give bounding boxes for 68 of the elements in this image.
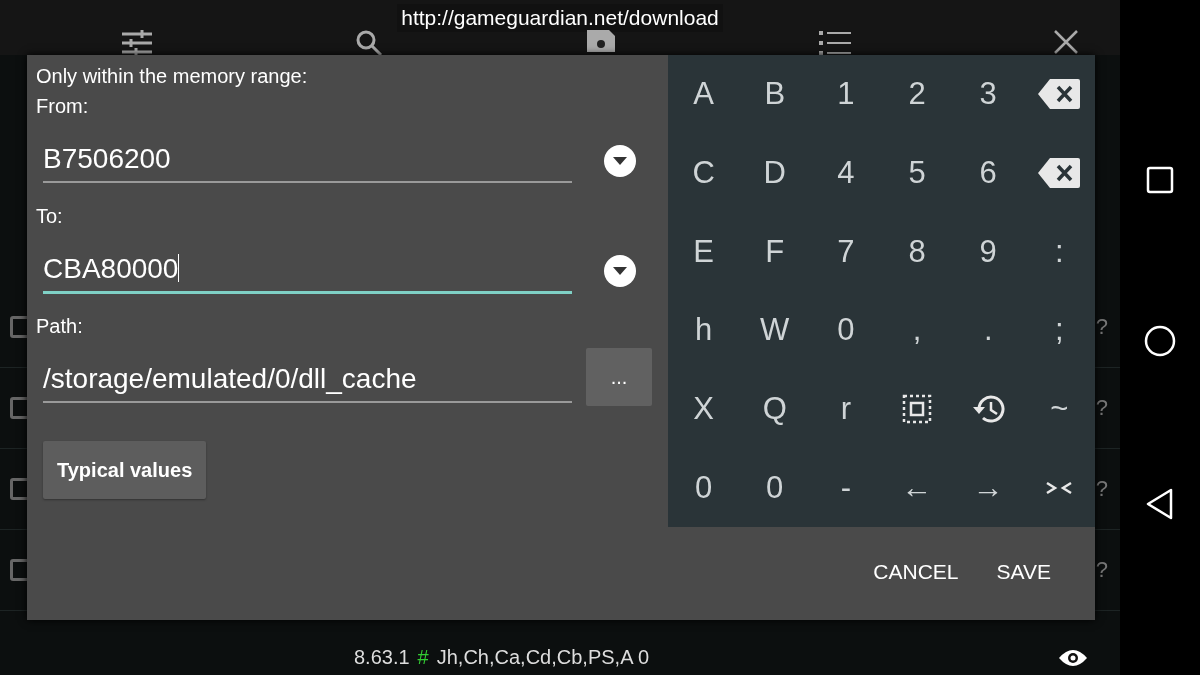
dialog-button[interactable]: SAVE [982, 552, 1065, 592]
key[interactable]: C [668, 133, 740, 213]
backspace-icon[interactable] [1038, 158, 1081, 188]
dropdown-button[interactable] [604, 145, 636, 177]
key[interactable]: X [668, 369, 740, 449]
key[interactable]: ; [1023, 291, 1095, 370]
key[interactable]: D [739, 133, 811, 213]
dialog-button[interactable]: CANCEL [859, 552, 973, 592]
collapse-icon[interactable] [1045, 480, 1074, 495]
key[interactable]: 6 [952, 133, 1024, 213]
key[interactable]: W [739, 291, 811, 370]
key[interactable]: 0 [739, 448, 811, 527]
key[interactable]: E [668, 212, 740, 291]
url-banner: http://gameguardian.net/download [397, 4, 723, 32]
help-mark: ? [1095, 557, 1108, 583]
sliders-icon[interactable] [121, 30, 152, 56]
key[interactable]: 3 [952, 55, 1024, 134]
key[interactable]: , [881, 291, 953, 370]
key[interactable]: B [739, 55, 811, 134]
help-mark: ? [1095, 476, 1108, 502]
field-label: To: [36, 204, 64, 229]
browse-button[interactable]: ... [586, 348, 652, 406]
flags-text: Jh,Ch,Ca,Cd,Cb,PS,A 0 [436, 646, 650, 669]
key[interactable]: A [668, 55, 740, 134]
field-label: Path: [36, 314, 84, 339]
key[interactable]: 8 [881, 212, 953, 291]
key[interactable]: 0 [668, 448, 740, 527]
close-icon[interactable] [1054, 30, 1079, 54]
back-icon[interactable] [1146, 487, 1174, 520]
text-field[interactable]: B7506200 [43, 131, 572, 183]
text-field[interactable]: /storage/emulated/0/dll_cache [43, 351, 572, 403]
dropdown-button[interactable] [604, 255, 636, 287]
search-icon[interactable] [355, 30, 384, 56]
key[interactable]: ← [881, 448, 953, 527]
key[interactable]: . [952, 291, 1024, 370]
list-icon[interactable] [818, 30, 851, 56]
key[interactable]: → [952, 448, 1024, 527]
text-field[interactable]: CBA80000 [43, 240, 572, 294]
key[interactable]: r [810, 369, 882, 449]
help-mark: ? [1095, 314, 1108, 340]
field-label: From: [36, 94, 90, 119]
key[interactable]: 7 [810, 212, 882, 291]
key[interactable]: ~ [1023, 369, 1095, 449]
typical-values-button[interactable]: Typical values [43, 441, 207, 499]
key[interactable]: h [668, 291, 740, 370]
help-mark: ? [1095, 395, 1108, 421]
key[interactable]: : [1023, 212, 1095, 291]
select-all-icon[interactable] [902, 394, 933, 424]
key[interactable]: F [739, 212, 811, 291]
home-icon[interactable] [1144, 324, 1176, 357]
eye-icon[interactable] [1058, 647, 1088, 668]
recents-icon[interactable] [1146, 165, 1174, 194]
key[interactable]: 9 [952, 212, 1024, 291]
caret-icon [612, 266, 628, 276]
dialog-heading: Only within the memory range: [36, 64, 309, 89]
backspace-icon[interactable] [1038, 79, 1081, 110]
key[interactable]: 0 [810, 291, 882, 370]
version-text: 8.63.1 [354, 646, 410, 669]
key[interactable]: 4 [810, 133, 882, 213]
save-icon[interactable] [587, 30, 615, 52]
caret-icon [612, 156, 628, 166]
key[interactable]: 5 [881, 133, 953, 213]
history-icon[interactable] [971, 394, 1006, 424]
key[interactable]: 1 [810, 55, 882, 134]
key[interactable]: Q [739, 369, 811, 449]
key[interactable]: 2 [881, 55, 953, 134]
key[interactable]: - [810, 448, 882, 527]
hash-mark: # [417, 646, 429, 669]
